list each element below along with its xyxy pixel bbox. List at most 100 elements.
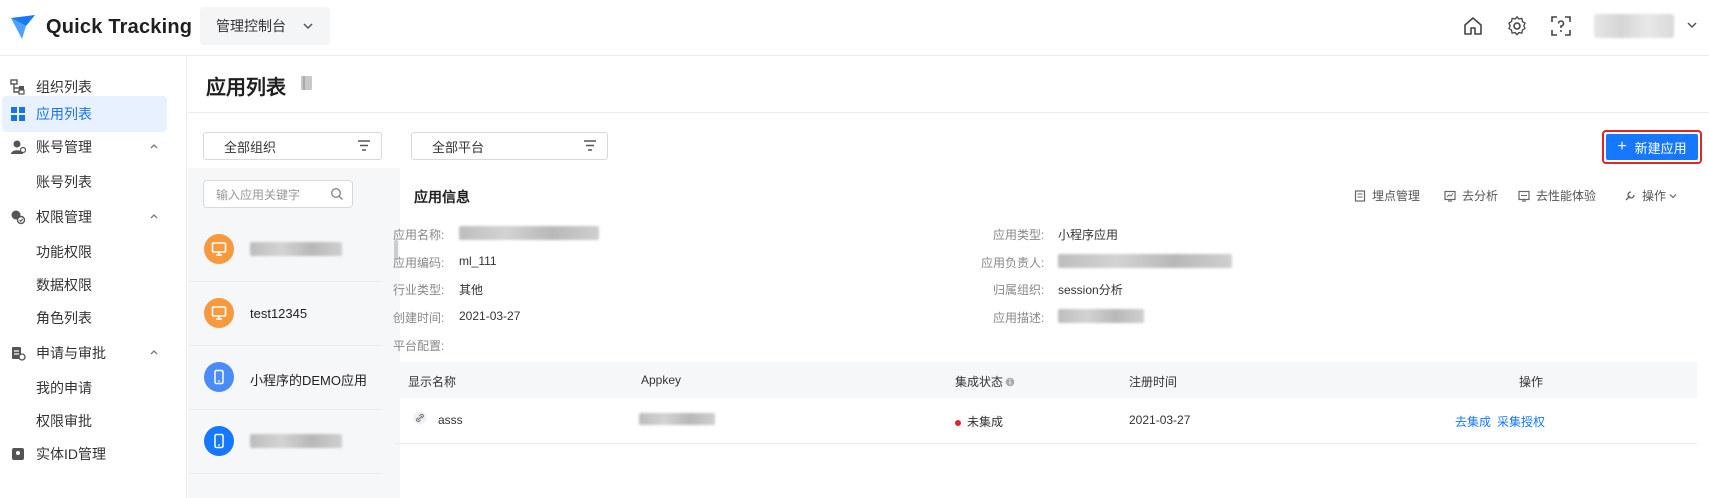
- col-register-time: 注册时间: [1129, 375, 1178, 389]
- top-bar: Quick Tracking 管理控制台: [0, 0, 1709, 56]
- app-name: test12345: [250, 306, 308, 321]
- help-icon[interactable]: [1549, 14, 1573, 38]
- go-analysis-button[interactable]: 去分析: [1444, 187, 1498, 204]
- user-avatar-name: [1594, 14, 1674, 38]
- info-icon[interactable]: [1005, 377, 1015, 387]
- plus-icon: +: [1617, 138, 1627, 155]
- sidebar-item-label: 账号列表: [36, 174, 92, 190]
- settings-icon[interactable]: [1505, 14, 1529, 38]
- app-name-value: [459, 226, 599, 243]
- sidebar-item-permission-approval[interactable]: 权限审批: [0, 403, 187, 439]
- sidebar-item-role-list[interactable]: 角色列表: [0, 300, 187, 336]
- sidebar-item-permission-mgmt[interactable]: 权限管理: [0, 199, 187, 235]
- register-time: 2021-03-27: [1129, 413, 1191, 427]
- tracking-mgmt-button[interactable]: 埋点管理: [1354, 187, 1420, 204]
- integration-status: 未集成: [955, 413, 1003, 430]
- platform-filter-value: 全部平台: [432, 139, 485, 155]
- sidebar-item-label: 角色列表: [36, 310, 92, 326]
- brand-name: Quick Tracking: [46, 15, 193, 38]
- app-name: [250, 434, 342, 451]
- app-type-value: 小程序应用: [1058, 228, 1119, 242]
- app-type-label: 应用类型:: [993, 228, 1045, 242]
- chart-icon: [1444, 190, 1456, 202]
- chevron-up-icon: [150, 214, 158, 219]
- org-filter-select[interactable]: 全部组织: [203, 132, 382, 160]
- app-list-item[interactable]: [188, 410, 383, 474]
- console-dropdown[interactable]: 管理控制台: [200, 7, 330, 45]
- status-dot-icon: [955, 419, 961, 426]
- sidebar-item-entity-id-mgmt[interactable]: 实体ID管理: [0, 436, 187, 472]
- app-search-input[interactable]: 输入应用关键字: [203, 180, 353, 208]
- new-app-button-highlight[interactable]: + 新建应用: [1602, 130, 1702, 164]
- col-appkey: Appkey: [641, 373, 682, 387]
- sidebar-item-label: 权限审批: [36, 413, 92, 429]
- sidebar-item-label: 我的申请: [36, 380, 92, 396]
- mobile-icon: [204, 362, 234, 392]
- sidebar-item-label: 申请与审批: [36, 345, 106, 361]
- desktop-icon: [204, 298, 234, 328]
- operation-dropdown[interactable]: 操作: [1624, 187, 1678, 204]
- sidebar-item-function-permission[interactable]: 功能权限: [0, 234, 187, 270]
- app-list-pane: 输入应用关键字 test12345 小程序的DEMO应用: [188, 168, 400, 498]
- quick-tracking-logo-icon: [11, 15, 35, 39]
- sidebar-item-label: 数据权限: [36, 277, 92, 293]
- mobile-icon: [204, 426, 234, 456]
- wrench-icon: [1624, 190, 1636, 202]
- chevron-up-icon: [150, 350, 158, 355]
- sidebar-item-label: 权限管理: [36, 209, 92, 225]
- sidebar-item-app-list[interactable]: 应用列表: [2, 96, 167, 132]
- user-icon: [11, 140, 26, 154]
- sidebar-item-my-applications[interactable]: 我的申请: [0, 370, 187, 406]
- page-title: 应用列表: [206, 77, 286, 99]
- search-icon[interactable]: [330, 187, 344, 201]
- sidebar-item-label: 组织列表: [36, 79, 92, 95]
- sidebar: 组织列表 应用列表 账号管理 账号列表 权限管理 功能权限 数据权限 角色列表 …: [0, 56, 187, 498]
- created-time-value: 2021-03-27: [459, 309, 521, 323]
- collect-authorization-link[interactable]: 采集授权: [1497, 413, 1545, 430]
- operation-label: 操作: [1642, 189, 1667, 203]
- owner-label: 应用负责人:: [981, 256, 1045, 270]
- go-integrate-link[interactable]: 去集成: [1455, 413, 1491, 430]
- desktop-icon: [204, 234, 234, 264]
- chevron-down-icon: [303, 23, 313, 30]
- header-divider: [188, 112, 1709, 113]
- app-list-item[interactable]: test12345: [188, 282, 383, 346]
- chevron-down-icon: [1687, 22, 1697, 29]
- book-icon[interactable]: [300, 75, 314, 91]
- filter-icon: [358, 140, 370, 151]
- platform-filter-select[interactable]: 全部平台: [411, 132, 608, 160]
- org-label: 归属组织:: [993, 283, 1045, 297]
- user-menu[interactable]: [1594, 12, 1697, 40]
- app-code-label: 应用编码:: [393, 256, 445, 270]
- appkey-value: [639, 413, 715, 428]
- app-code-value: ml_111: [459, 254, 497, 268]
- desc-value: [1058, 309, 1144, 326]
- owner-value: [1058, 254, 1232, 271]
- sidebar-item-account-list[interactable]: 账号列表: [0, 164, 187, 200]
- sidebar-item-label: 应用列表: [36, 106, 92, 122]
- sidebar-item-apply-approve[interactable]: 申请与审批: [0, 335, 187, 371]
- app-list-item[interactable]: [188, 218, 383, 282]
- approval-icon: [12, 347, 26, 361]
- sidebar-item-label: 账号管理: [36, 139, 92, 155]
- monitor-icon: [1518, 190, 1530, 202]
- go-performance-button[interactable]: 去性能体验: [1518, 187, 1596, 204]
- filter-icon: [584, 140, 596, 151]
- sidebar-item-data-permission[interactable]: 数据权限: [0, 267, 187, 303]
- integration-status-label: 未集成: [967, 415, 1004, 429]
- app-name-label: 应用名称:: [393, 228, 445, 242]
- col-operation: 操作: [1519, 375, 1544, 389]
- go-analysis-label: 去分析: [1462, 189, 1499, 203]
- app-name: 小程序的DEMO应用: [250, 373, 368, 388]
- new-app-button[interactable]: + 新建应用: [1606, 134, 1698, 160]
- new-app-button-label: 新建应用: [1634, 140, 1687, 156]
- link-icon: [413, 411, 427, 428]
- app-list-item[interactable]: 小程序的DEMO应用: [188, 346, 383, 410]
- app-info-title: 应用信息: [414, 189, 470, 205]
- permission-icon: [11, 210, 26, 225]
- sidebar-item-account-mgmt[interactable]: 账号管理: [0, 129, 187, 165]
- industry-value: 其他: [459, 283, 484, 297]
- home-icon[interactable]: [1461, 14, 1485, 38]
- brand-logo[interactable]: Quick Tracking: [8, 12, 192, 42]
- platform-table-header: 显示名称 Appkey 集成状态 注册时间 操作: [395, 362, 1697, 398]
